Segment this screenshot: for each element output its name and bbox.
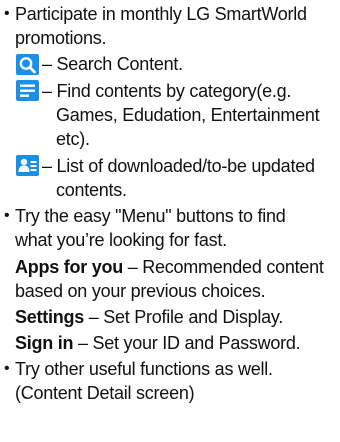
menu-desc-apps-for-you: – Recommended content xyxy=(123,257,324,277)
bullet-dot: • xyxy=(4,207,10,224)
bullet-1-line-2: promotions. xyxy=(15,28,107,48)
category-text-line-1: – Find contents by category(e.g. xyxy=(42,81,292,101)
menu-desc-apps-for-you-cont: based on your previous choices. xyxy=(15,281,266,301)
menu-item-apps-for-you: Apps for you – Recommended content xyxy=(15,256,324,278)
menu-desc-sign-in: – Set your ID and Password. xyxy=(73,333,301,353)
bullet-1-line-1: Participate in monthly LG SmartWorld xyxy=(15,4,307,24)
bullet-2-line-2: what you’re looking for fast. xyxy=(15,230,227,250)
bullet-dot: • xyxy=(4,360,10,377)
category-list-icon xyxy=(16,80,39,101)
menu-desc-settings: – Set Profile and Display. xyxy=(84,307,284,327)
bullet-dot: • xyxy=(4,5,10,22)
menu-term-settings: Settings xyxy=(15,307,85,327)
bullet-3-line-2: (Content Detail screen) xyxy=(15,383,195,403)
bullet-3-line-1: Try other useful functions as well. xyxy=(15,359,273,379)
menu-item-sign-in: Sign in – Set your ID and Password. xyxy=(15,332,301,354)
category-text-line-2: Games, Edudation, Entertainment xyxy=(56,105,320,125)
menu-term-sign-in: Sign in xyxy=(15,333,74,353)
downloads-text-line-1: – List of downloaded/to-be updated xyxy=(42,156,315,176)
bullet-2-line-1: Try the easy "Menu" buttons to find xyxy=(15,206,286,226)
category-text-line-3: etc). xyxy=(56,129,90,149)
downloads-text-line-2: contents. xyxy=(56,180,127,200)
menu-term-apps-for-you: Apps for you xyxy=(15,257,123,277)
manual-page: • Participate in monthly LG SmartWorld p… xyxy=(0,0,340,442)
search-icon xyxy=(16,54,39,75)
downloads-icon xyxy=(16,155,39,176)
search-content-text: – Search Content. xyxy=(42,54,183,74)
menu-item-settings: Settings – Set Profile and Display. xyxy=(15,306,283,328)
